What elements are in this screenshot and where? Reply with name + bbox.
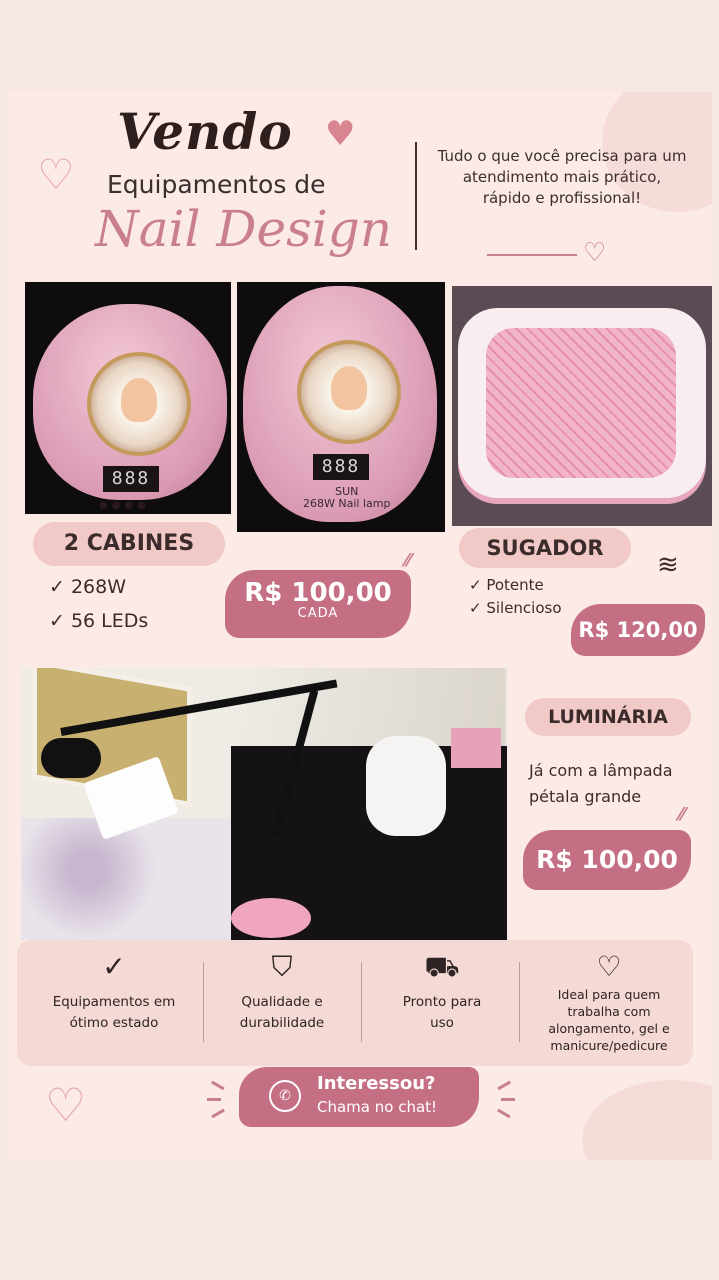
benefit-text: Qualidade e durabilidade: [239, 994, 325, 1031]
sugador-tray: [458, 308, 706, 498]
sugador-feature-silencioso: ✓ Silencioso: [469, 599, 562, 617]
room-paper-towel: [366, 736, 446, 836]
dash-decor: [497, 1080, 511, 1090]
cabines-price-value: R$ 100,00: [244, 578, 392, 608]
shield-check-icon: ⛉: [271, 950, 293, 983]
lamp-display: 888: [313, 454, 369, 480]
poster: ♡ Vendo ♥ Equipamentos de Nail Design Tu…: [7, 92, 712, 1160]
dash-decor: [207, 1098, 221, 1101]
headline-nail-design: Nail Design: [95, 200, 392, 258]
lamp-label: SUN 268W Nail lamp: [303, 486, 390, 510]
decor-blob-bottom: [582, 1080, 712, 1160]
lamp-body: 888 SUN 268W Nail lamp: [243, 286, 437, 522]
whatsapp-icon: ✆: [269, 1080, 301, 1112]
dash-decor: [497, 1108, 511, 1118]
cabines-price-note: CADA: [297, 606, 339, 621]
benefit-item: ♡ Ideal para quem trabalha com alongamen…: [529, 940, 689, 1066]
wind-icon: ≋: [657, 550, 679, 580]
cabines-title: 2 CABINES: [33, 522, 225, 566]
benefit-text: Pronto para uso: [402, 994, 482, 1031]
tagline-underline: [487, 254, 577, 256]
benefit-text: Equipamentos em ótimo estado: [52, 994, 176, 1031]
headline-equipamentos: Equipamentos de: [107, 170, 326, 199]
sparkle-icon: ⁄⁄: [405, 550, 412, 571]
benefit-item: ✓ Equipamentos em ótimo estado: [21, 940, 207, 1066]
benefit-text: Ideal para quem trabalha com alongamento…: [548, 987, 670, 1053]
photo-sugador: [452, 286, 712, 526]
benefit-item: ⛟ Pronto para uso: [367, 940, 517, 1066]
dash-decor: [501, 1098, 515, 1101]
lamp-window: [297, 340, 401, 444]
photo-luminaria: [21, 668, 507, 940]
lamp-window: [87, 352, 191, 456]
cabines-feature-power: ✓ 268W: [49, 576, 127, 598]
sugador-grid: [486, 328, 676, 478]
benefit-item: ⛉ Qualidade e durabilidade: [209, 940, 355, 1066]
lamp-buttons: ●●●●: [99, 500, 150, 511]
lamp-display: 888: [103, 466, 159, 492]
cabines-price: R$ 100,00 CADA: [225, 570, 411, 638]
photo-cabine-2: 888 SUN 268W Nail lamp: [237, 282, 445, 532]
heart-icon: ♥: [325, 114, 356, 154]
room-stool: [231, 898, 311, 938]
cta-line-2: Chama no chat!: [317, 1098, 438, 1116]
cta-line-1: Interessou?: [317, 1073, 436, 1094]
tagline: Tudo o que você precisa para um atendime…: [437, 147, 687, 207]
sugador-feature-potente: ✓ Potente: [469, 576, 544, 594]
headline-vendo: Vendo: [117, 102, 293, 161]
lamp-label-model: 268W Nail lamp: [303, 497, 391, 510]
cabines-feature-leds: ✓ 56 LEDs: [49, 610, 149, 632]
photo-cabine-1: 888 ●●●●: [25, 282, 231, 514]
luminaria-description: Já com a lâmpada pétala grande: [529, 761, 673, 806]
heart-outline-icon: ♡: [45, 1078, 87, 1132]
room-pink-box: [451, 728, 501, 768]
header-divider: [415, 142, 417, 250]
lamp-character: [331, 366, 367, 410]
lamp-character: [121, 378, 157, 422]
dash-decor: [211, 1080, 225, 1090]
heart-icon: ♡: [596, 950, 622, 983]
luminaria-price: R$ 100,00: [523, 830, 691, 890]
sugador-title: SUGADOR: [459, 528, 631, 568]
dash-decor: [211, 1108, 225, 1118]
benefit-divider: [361, 962, 362, 1042]
sparkle-icon: ⁄⁄: [679, 804, 686, 825]
luminaria-title: LUMINÁRIA: [525, 698, 691, 736]
room-rug: [21, 818, 241, 940]
cta-chat-button[interactable]: ✆ Interessou? Chama no chat!: [239, 1067, 479, 1127]
benefit-divider: [519, 962, 520, 1042]
lamp-head: [41, 738, 101, 778]
check-circle-icon: ✓: [102, 950, 126, 983]
sugador-price: R$ 120,00: [571, 604, 705, 656]
benefits-band: ✓ Equipamentos em ótimo estado ⛉ Qualida…: [17, 940, 693, 1066]
delivery-truck-icon: ⛟: [424, 950, 460, 983]
heart-outline-icon: ♡: [37, 150, 75, 199]
heart-outline-icon: ♡: [583, 238, 607, 268]
benefit-divider: [203, 962, 204, 1042]
lamp-body: 888 ●●●●: [33, 304, 227, 511]
